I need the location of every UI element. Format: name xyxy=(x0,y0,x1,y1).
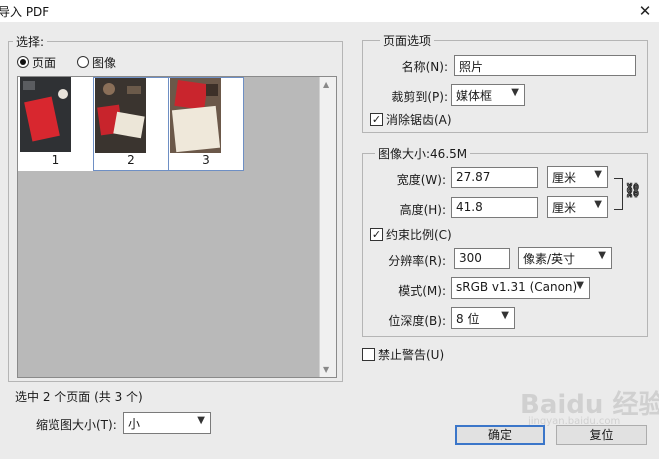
thumbnail-page-3[interactable]: 3 xyxy=(168,77,244,171)
thumbnail-image xyxy=(20,77,71,152)
page-options-legend: 页面选项 xyxy=(380,32,435,49)
depth-select[interactable]: 8 位 ▼ xyxy=(451,307,515,329)
thumbnail-scrollbar[interactable]: ▲ ▼ xyxy=(319,77,336,377)
antialias-label[interactable]: 消除锯齿(A) xyxy=(386,111,452,128)
scroll-down-icon[interactable]: ▼ xyxy=(323,365,329,374)
radio-pages-label[interactable]: 页面 xyxy=(32,54,56,71)
resolution-field[interactable]: 300 xyxy=(454,248,510,269)
suppress-warnings-label[interactable]: 禁止警告(U) xyxy=(378,346,444,363)
thumb-size-value: 小 xyxy=(128,417,141,431)
resolution-label: 分辨率(R): xyxy=(388,254,446,268)
name-field[interactable]: 照片 xyxy=(454,55,636,76)
chevron-down-icon: ▼ xyxy=(576,280,584,291)
suppress-warnings-checkbox[interactable] xyxy=(362,348,375,361)
window-title: 导入 PDF xyxy=(0,5,50,19)
ok-button[interactable]: 确定 xyxy=(455,425,545,445)
radio-images-label[interactable]: 图像 xyxy=(92,54,116,71)
radio-pages[interactable] xyxy=(17,56,29,68)
width-unit-select[interactable]: 厘米 ▼ xyxy=(547,166,608,188)
width-label: 宽度(W): xyxy=(396,173,446,187)
resolution-unit-select[interactable]: 像素/英寸 ▼ xyxy=(518,247,612,269)
crop-label: 裁剪到(P): xyxy=(391,90,448,104)
crop-value: 媒体框 xyxy=(456,89,493,103)
title-bar xyxy=(0,0,659,22)
thumbnail-image xyxy=(95,78,146,153)
width-field[interactable]: 27.87 xyxy=(451,167,538,188)
width-unit-value: 厘米 xyxy=(552,171,577,185)
chevron-down-icon: ▼ xyxy=(501,310,509,321)
antialias-checkbox[interactable]: ✓ xyxy=(370,113,383,126)
chevron-down-icon: ▼ xyxy=(598,250,606,261)
height-unit-select[interactable]: 厘米 ▼ xyxy=(547,196,608,218)
thumbnail-number: 3 xyxy=(202,153,210,167)
mode-select[interactable]: sRGB v1.31 (Canon) ▼ xyxy=(451,277,590,299)
chevron-down-icon: ▼ xyxy=(197,415,205,426)
crop-select[interactable]: 媒体框 ▼ xyxy=(451,84,525,106)
thumbnail-number: 2 xyxy=(127,153,135,167)
chevron-down-icon: ▼ xyxy=(594,169,602,180)
selection-status: 选中 2 个页面 (共 3 个) xyxy=(15,390,143,404)
reset-button[interactable]: 复位 xyxy=(556,425,647,445)
image-size-legend: 图像大小:46.5M xyxy=(375,145,471,162)
thumb-size-label: 缩览图大小(T): xyxy=(36,418,117,432)
height-label: 高度(H): xyxy=(399,203,446,217)
thumb-size-select[interactable]: 小 ▼ xyxy=(123,412,211,434)
depth-label: 位深度(B): xyxy=(388,314,446,328)
mode-value: sRGB v1.31 (Canon) xyxy=(456,280,578,294)
constrain-bracket xyxy=(614,178,623,210)
resolution-unit-value: 像素/英寸 xyxy=(523,252,576,266)
name-label: 名称(N): xyxy=(401,60,448,74)
link-icon: ⛓ xyxy=(624,183,642,199)
thumbnail-number: 1 xyxy=(51,153,60,167)
depth-value: 8 位 xyxy=(456,312,480,326)
chevron-down-icon: ▼ xyxy=(594,199,602,210)
close-icon[interactable]: ✕ xyxy=(634,0,656,22)
radio-images[interactable] xyxy=(77,56,89,68)
select-group-legend: 选择: xyxy=(13,33,48,50)
constrain-checkbox[interactable]: ✓ xyxy=(370,228,383,241)
thumbnail-image xyxy=(170,78,221,153)
height-unit-value: 厘米 xyxy=(552,201,577,215)
constrain-label[interactable]: 约束比例(C) xyxy=(386,226,452,243)
chevron-down-icon: ▼ xyxy=(511,87,519,98)
thumbnail-page-1[interactable]: 1 xyxy=(18,77,93,171)
mode-label: 模式(M): xyxy=(398,284,446,298)
height-field[interactable]: 41.8 xyxy=(451,197,538,218)
thumbnail-page-2[interactable]: 2 xyxy=(93,77,169,171)
scroll-up-icon[interactable]: ▲ xyxy=(323,80,329,89)
